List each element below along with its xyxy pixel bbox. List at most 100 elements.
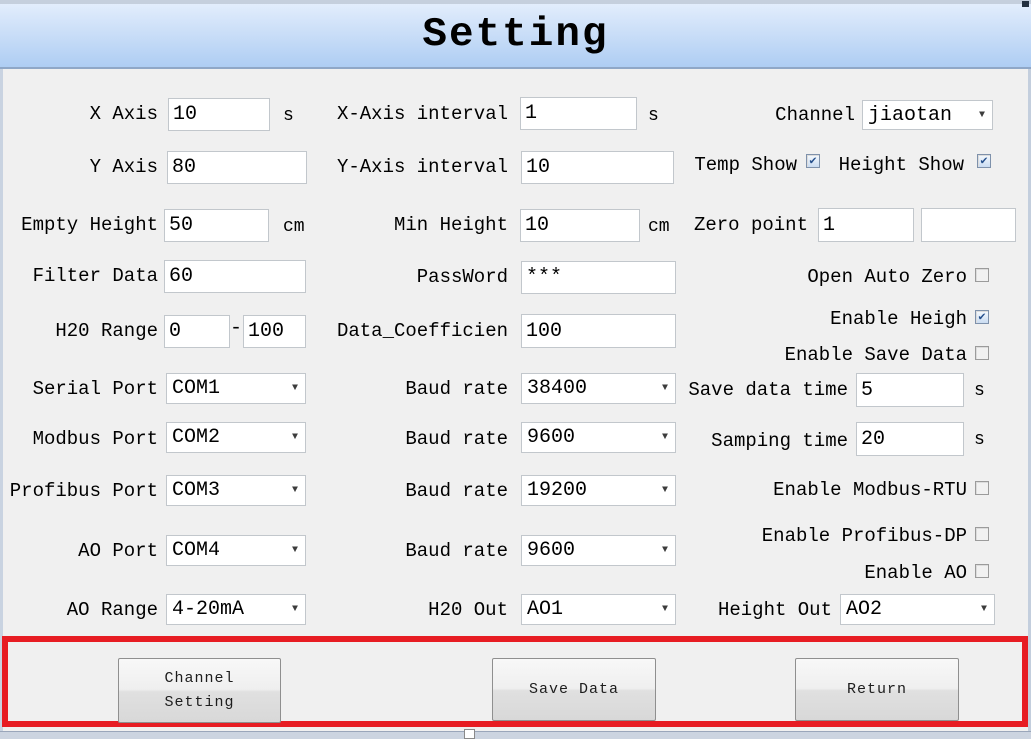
window-left-edge <box>0 69 3 731</box>
baud-rate-ao-label: Baud rate <box>405 540 508 562</box>
height-out-select[interactable]: AO2 ▼ <box>840 594 995 625</box>
min-height-label: Min Height <box>394 214 508 236</box>
x-axis-interval-label: X-Axis interval <box>337 103 508 125</box>
setting-window: Setting X Axis s X-Axis interval s Chann… <box>0 0 1031 739</box>
ao-range-value: 4-20mA <box>172 598 244 621</box>
h2o-range-min-input[interactable] <box>164 315 230 348</box>
temp-show-label: Temp Show <box>694 154 797 176</box>
baud-rate-modbus-select[interactable]: 9600 ▼ <box>521 422 676 453</box>
y-axis-interval-label: Y-Axis interval <box>337 156 508 178</box>
modbus-port-select[interactable]: COM2 ▼ <box>166 422 306 453</box>
enable-save-data-checkbox[interactable] <box>975 346 989 360</box>
h2o-out-value: AO1 <box>527 598 563 621</box>
baud-rate-profibus-label: Baud rate <box>405 480 508 502</box>
enable-ao-checkbox[interactable] <box>975 564 989 578</box>
min-height-input[interactable] <box>520 209 640 242</box>
h2o-range-label: H20 Range <box>55 320 158 342</box>
save-data-time-label: Save data time <box>688 379 848 401</box>
empty-height-label: Empty Height <box>21 214 158 236</box>
enable-save-data-label: Enable Save Data <box>785 344 967 366</box>
height-out-label: Height Out <box>718 599 832 621</box>
baud-rate-profibus-value: 19200 <box>527 479 587 502</box>
filter-data-label: Filter Data <box>33 265 158 287</box>
ao-port-value: COM4 <box>172 539 220 562</box>
baud-rate-profibus-select[interactable]: 19200 ▼ <box>521 475 676 506</box>
x-axis-unit: s <box>283 106 294 126</box>
serial-port-label: Serial Port <box>33 378 158 400</box>
password-label: PassWord <box>417 266 508 288</box>
samping-time-input[interactable] <box>856 422 964 456</box>
password-input[interactable] <box>521 261 676 294</box>
channel-value: jiaotan <box>868 104 952 127</box>
serial-port-value: COM1 <box>172 377 220 400</box>
ao-range-select[interactable]: 4-20mA ▼ <box>166 594 306 625</box>
window-corner-mark <box>1022 1 1029 7</box>
save-data-button[interactable]: Save Data <box>492 658 656 721</box>
zero-point-label: Zero point <box>694 214 808 236</box>
x-axis-input[interactable] <box>168 98 270 131</box>
open-auto-zero-checkbox[interactable] <box>975 268 989 282</box>
x-axis-label: X Axis <box>90 103 158 125</box>
channel-setting-button[interactable]: Channel Setting <box>118 658 281 723</box>
chevron-down-icon: ▼ <box>292 604 298 615</box>
enable-heigh-label: Enable Heigh <box>830 308 967 330</box>
bottom-edge-artifact <box>464 729 475 739</box>
samping-time-unit: s <box>974 430 985 450</box>
profibus-port-select[interactable]: COM3 ▼ <box>166 475 306 506</box>
y-axis-input[interactable] <box>167 151 307 184</box>
empty-height-input[interactable] <box>164 209 269 242</box>
save-data-time-input[interactable] <box>856 373 964 407</box>
chevron-down-icon: ▼ <box>292 545 298 556</box>
y-axis-label: Y Axis <box>90 156 158 178</box>
profibus-port-value: COM3 <box>172 479 220 502</box>
h2o-out-label: H20 Out <box>428 599 508 621</box>
modbus-port-label: Modbus Port <box>33 428 158 450</box>
enable-ao-label: Enable AO <box>864 562 967 584</box>
page-title: Setting <box>0 12 1031 58</box>
chevron-down-icon: ▼ <box>662 485 668 496</box>
zero-point-input-2[interactable] <box>921 208 1016 242</box>
channel-label: Channel <box>775 104 855 126</box>
chevron-down-icon: ▼ <box>292 432 298 443</box>
serial-port-select[interactable]: COM1 ▼ <box>166 373 306 404</box>
window-bottom-edge <box>0 731 1031 739</box>
x-axis-interval-unit: s <box>648 106 659 126</box>
h2o-range-max-input[interactable] <box>243 315 306 348</box>
min-height-unit: cm <box>648 217 670 237</box>
title-bar: Setting <box>0 0 1031 69</box>
ao-port-select[interactable]: COM4 ▼ <box>166 535 306 566</box>
ao-range-label: AO Range <box>67 599 158 621</box>
channel-select[interactable]: jiaotan ▼ <box>862 100 993 130</box>
enable-modbus-rtu-checkbox[interactable] <box>975 481 989 495</box>
height-show-checkbox[interactable]: ✔ <box>977 154 991 168</box>
h2o-out-select[interactable]: AO1 ▼ <box>521 594 676 625</box>
height-show-label: Height Show <box>839 154 964 176</box>
baud-rate-ao-value: 9600 <box>527 539 575 562</box>
temp-show-checkbox[interactable]: ✔ <box>806 154 820 168</box>
data-coefficient-input[interactable] <box>521 314 676 348</box>
zero-point-input[interactable] <box>818 208 914 242</box>
baud-rate-serial-select[interactable]: 38400 ▼ <box>521 373 676 404</box>
x-axis-interval-input[interactable] <box>520 97 637 130</box>
chevron-down-icon: ▼ <box>662 432 668 443</box>
chevron-down-icon: ▼ <box>981 604 987 615</box>
return-button[interactable]: Return <box>795 658 959 721</box>
y-axis-interval-input[interactable] <box>521 151 674 184</box>
enable-profibus-dp-checkbox[interactable] <box>975 527 989 541</box>
height-out-value: AO2 <box>846 598 882 621</box>
empty-height-unit: cm <box>283 217 305 237</box>
baud-rate-serial-value: 38400 <box>527 377 587 400</box>
chevron-down-icon: ▼ <box>292 383 298 394</box>
filter-data-input[interactable] <box>164 260 306 293</box>
baud-rate-ao-select[interactable]: 9600 ▼ <box>521 535 676 566</box>
modbus-port-value: COM2 <box>172 426 220 449</box>
samping-time-label: Samping time <box>711 430 848 452</box>
enable-modbus-rtu-label: Enable Modbus-RTU <box>773 479 967 501</box>
save-data-time-unit: s <box>974 381 985 401</box>
chevron-down-icon: ▼ <box>662 604 668 615</box>
enable-heigh-checkbox[interactable]: ✔ <box>975 310 989 324</box>
data-coefficient-label: Data_Coefficien <box>337 320 508 342</box>
chevron-down-icon: ▼ <box>662 383 668 394</box>
ao-port-label: AO Port <box>78 540 158 562</box>
open-auto-zero-label: Open Auto Zero <box>807 266 967 288</box>
